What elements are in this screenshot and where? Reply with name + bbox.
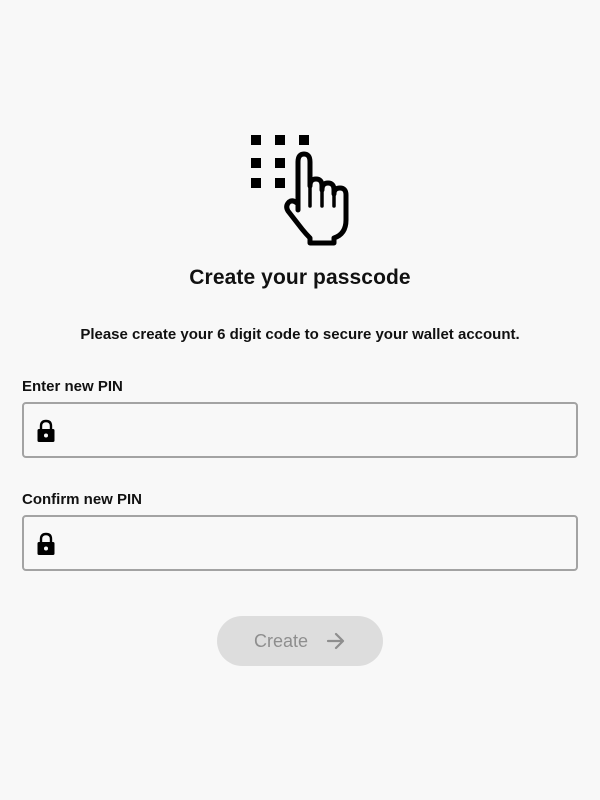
new-pin-input[interactable]: [68, 404, 568, 456]
touch-keypad-icon: [251, 135, 349, 246]
confirm-pin-field[interactable]: [22, 515, 578, 571]
create-button-label: Create: [253, 630, 309, 651]
confirm-pin-label: Confirm new PIN: [22, 491, 143, 508]
new-pin-label: Enter new PIN: [22, 378, 123, 395]
confirm-pin-input[interactable]: [68, 517, 568, 569]
create-passcode-screen: Create your passcode Please create your …: [0, 0, 600, 800]
page-subtitle: Please create your 6 digit code to secur…: [80, 326, 520, 343]
lock-icon: [37, 532, 55, 555]
new-pin-field[interactable]: [22, 402, 578, 458]
page-title: Create your passcode: [189, 266, 411, 289]
lock-icon: [37, 419, 55, 442]
create-button[interactable]: Create: [217, 616, 383, 666]
arrow-right-icon: [326, 632, 345, 650]
